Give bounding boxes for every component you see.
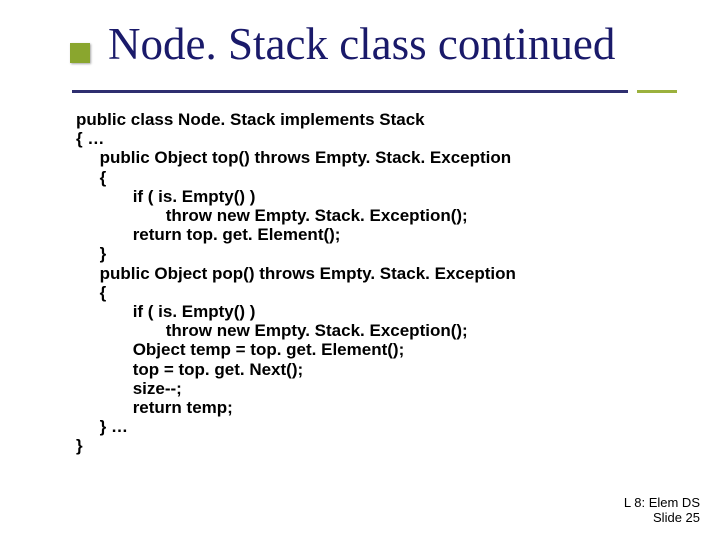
code-line: } [76,436,83,455]
code-line: { … [76,129,104,148]
code-line: if ( is. Empty() ) [133,302,256,321]
code-line: return temp; [133,398,233,417]
title-row: Node. Stack class continued [0,0,720,100]
code-line: return top. get. Element(); [133,225,341,244]
slide-title: Node. Stack class continued [108,19,615,69]
code-line: } … [100,417,128,436]
footer-line-2: Slide 25 [624,511,700,526]
code-line: if ( is. Empty() ) [133,187,256,206]
code-line: throw new Empty. Stack. Exception(); [166,206,468,225]
footer: L 8: Elem DS Slide 25 [624,496,700,526]
code-line: public Object top() throws Empty. Stack.… [100,148,512,167]
code-line: { [100,168,107,187]
code-line: size--; [133,379,182,398]
code-line: top = top. get. Next(); [133,360,303,379]
code-line: public Object pop() throws Empty. Stack.… [100,264,516,283]
divider-short [637,90,677,93]
code-line: throw new Empty. Stack. Exception(); [166,321,468,340]
divider-long [72,90,628,93]
code-line: public class Node. Stack implements Stac… [76,110,425,129]
code-line: Object temp = top. get. Element(); [133,340,405,359]
slide: Node. Stack class continued public class… [0,0,720,540]
code-line: { [100,283,107,302]
code-block: public class Node. Stack implements Stac… [76,110,636,456]
code-line: } [100,244,107,263]
footer-line-1: L 8: Elem DS [624,496,700,511]
title-bullet-icon [70,43,90,63]
divider [72,90,677,94]
